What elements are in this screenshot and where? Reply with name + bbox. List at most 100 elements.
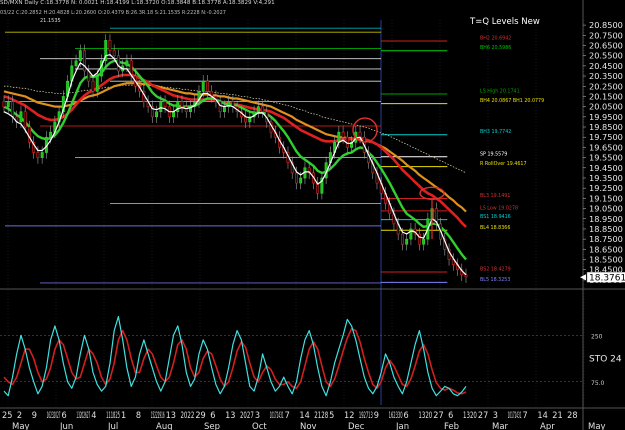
month-label: Sep — [204, 422, 220, 430]
last-price-label: 18.3761 — [589, 274, 625, 284]
candle-body — [299, 177, 303, 184]
level-label: LS High 20.1741 — [480, 88, 520, 94]
date-tick-label: 29 — [195, 411, 205, 421]
date-tick-label: 7 — [285, 411, 290, 421]
price-tick-label: 19.2500 — [589, 183, 623, 193]
price-tick-label: 19.5500 — [589, 153, 623, 163]
date-tick-label: 6 — [448, 411, 453, 421]
candle-body — [91, 80, 95, 92]
date-tick-label: 111825 — [106, 411, 120, 421]
price-tick-label: 20.7500 — [589, 30, 623, 40]
level-label: BS1 18.9416 — [480, 214, 511, 220]
price-tick-label: 20.5500 — [589, 51, 623, 61]
level-label: BL5 18.3253 — [480, 277, 510, 283]
candle-body — [108, 40, 112, 51]
sto-tick-label: 250 — [591, 333, 603, 340]
date-tick-label: 25 — [2, 411, 12, 421]
date-tick-label: 13 — [225, 411, 235, 421]
candle-body — [27, 126, 31, 143]
candle-body — [36, 152, 40, 158]
candle-body — [422, 238, 426, 245]
date-tick-label: 10172431 — [508, 411, 522, 421]
month-label: Feb — [444, 422, 459, 430]
level-label: BH6 20.5986 — [480, 45, 511, 51]
annotation-circle — [419, 186, 445, 200]
month-label: Apr — [540, 422, 555, 430]
candle-body — [78, 50, 82, 62]
price-tick-label: 20.8500 — [589, 20, 623, 30]
price-tick-label: 19.0500 — [589, 204, 623, 214]
level-label: BS2 18.4279 — [480, 266, 511, 272]
level-label: BL3 19.1491 — [480, 193, 510, 199]
candle-body — [218, 101, 222, 113]
price-tick-label: 20.6500 — [589, 40, 623, 50]
price-tick-label: 20.0500 — [589, 102, 623, 112]
level-label: LS Low 19.0278 — [480, 205, 518, 211]
date-tick-label: 21 — [552, 411, 562, 421]
candle-body — [180, 101, 184, 107]
date-tick-label: 28 — [567, 411, 577, 421]
date-tick-label: 15222916 — [151, 411, 165, 421]
date-tick-label: 13 — [166, 411, 176, 421]
level-label: R RollOver 19.4617 — [480, 161, 526, 167]
candle-body — [358, 131, 362, 138]
month-label: Mar — [492, 422, 509, 430]
candle-body — [74, 60, 78, 67]
candle-body — [256, 106, 260, 113]
candle-body — [205, 80, 209, 92]
candle-body — [464, 274, 468, 278]
month-label: Aug — [156, 422, 173, 430]
level-label: BH4 20.0867 BH1 20.0779 — [480, 98, 544, 104]
date-tick-label: 14 — [537, 411, 547, 421]
month-label: Nov — [300, 422, 317, 430]
candle-body — [341, 131, 345, 138]
candle-body — [163, 101, 167, 107]
date-tick-label: 12 — [344, 411, 354, 421]
month-label: May — [12, 422, 30, 430]
sto-label: STO 24 — [589, 355, 622, 365]
date-tick-label: 3 — [255, 411, 260, 421]
price-tick-label: 18.6500 — [589, 244, 623, 254]
date-tick-label: 16232027 — [47, 411, 61, 421]
month-label: Dec — [348, 422, 365, 430]
candle-body — [116, 55, 120, 72]
date-tick-label: 5 — [329, 411, 334, 421]
price-tick-label: 18.7500 — [589, 234, 623, 244]
top-level-label: 21.1535 — [40, 18, 61, 24]
price-tick-label: 19.3500 — [589, 173, 623, 183]
price-tick-label: 20.3500 — [589, 71, 623, 81]
ma-green-line — [3, 59, 467, 261]
date-tick-label: 2027 — [240, 411, 254, 421]
date-tick-label: 2022 — [180, 411, 194, 421]
month-label: Oct — [252, 422, 267, 430]
price-tick-label: 20.1500 — [589, 91, 623, 101]
candle-body — [11, 101, 14, 118]
date-tick-label: 27 — [478, 411, 488, 421]
date-tick-label: 9 — [374, 411, 379, 421]
date-tick-label: 6 — [404, 411, 409, 421]
candle-body — [172, 111, 175, 118]
date-tick-label: 2 — [17, 411, 22, 421]
candle-body — [337, 131, 341, 143]
date-tick-label: 14 — [299, 411, 309, 421]
candle-body — [405, 238, 409, 245]
price-tick-label: 20.4500 — [589, 61, 623, 71]
price-tick-label: 19.9500 — [589, 112, 623, 122]
candle-body — [6, 101, 10, 107]
date-tick-label: 192713 — [359, 411, 373, 421]
candle-body — [40, 152, 44, 158]
date-tick-label: 1320 — [463, 411, 477, 421]
candle-body — [23, 111, 27, 128]
level-label: SP 19.5579 — [480, 151, 507, 157]
date-tick-label: 13202627 — [76, 411, 90, 421]
date-tick-label: 4 — [91, 411, 96, 421]
date-tick-label: 2128 — [314, 411, 328, 421]
candle-body — [159, 101, 163, 113]
candle-body — [2, 101, 6, 107]
date-tick-label: 8 — [136, 411, 141, 421]
date-tick-label: 6 — [210, 411, 215, 421]
price-chart[interactable]: BH6 20.5986 BH2 20.6942 LS High 20.1741 BH4… — [0, 0, 625, 430]
date-tick-label: 10172431 — [270, 411, 284, 421]
candle-body — [261, 106, 265, 113]
date-tick-label: 1 — [121, 411, 126, 421]
